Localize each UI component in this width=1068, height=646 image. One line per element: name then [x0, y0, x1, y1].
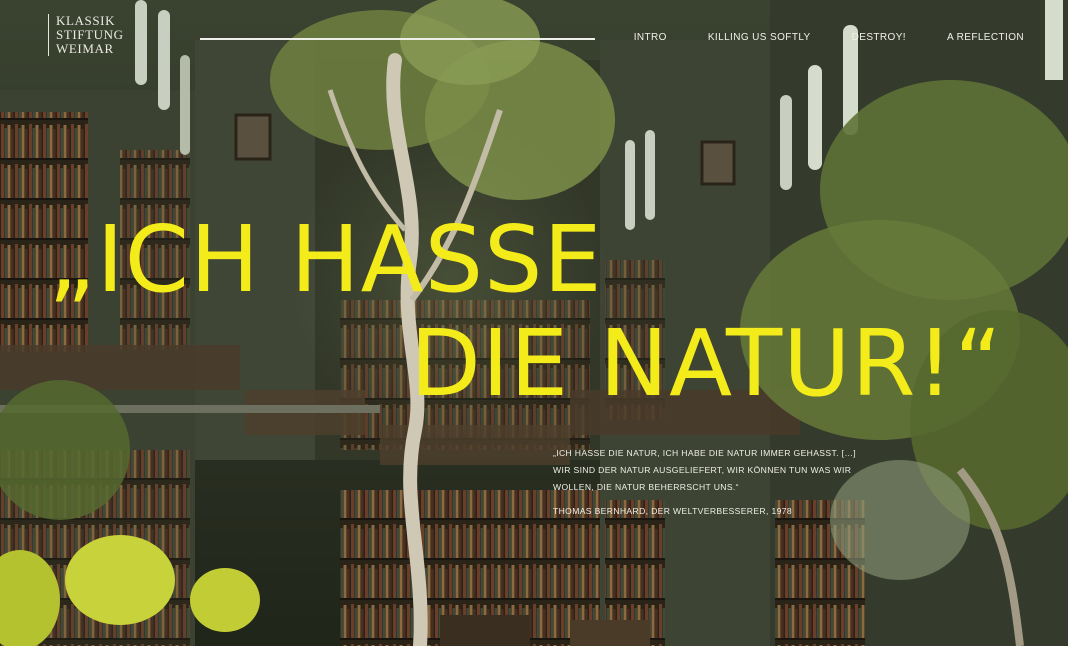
- headline-line-2: DIE NATUR!“: [410, 310, 1003, 417]
- quote-source: THOMAS BERNHARD, DER WELTVERBESSERER, 19…: [553, 506, 792, 516]
- headline-line-1: „ICH HASSE: [48, 206, 603, 313]
- hero-quote: „ICH HASSE DIE NATUR, ICH HABE DIE NATUR…: [553, 445, 863, 520]
- brand-line-3: WEIMAR: [56, 41, 114, 56]
- brand-line-2: STIFTUNG: [56, 27, 124, 42]
- nav-item-a-reflection[interactable]: A REFLECTION: [947, 32, 1024, 43]
- main-nav: INTRO KILLING US SOFTLY DESTROY! A REFLE…: [593, 32, 1024, 43]
- nav-item-killing-us-softly[interactable]: KILLING US SOFTLY: [708, 32, 811, 43]
- nav-item-intro[interactable]: INTRO: [634, 32, 667, 43]
- header-divider: [200, 38, 595, 40]
- nav-item-destroy[interactable]: DESTROY!: [852, 32, 906, 43]
- brand-logo[interactable]: KLASSIK STIFTUNG WEIMAR: [48, 14, 124, 56]
- brand-line-1: KLASSIK: [56, 13, 116, 28]
- hero-headline: „ICH HASSE DIE NATUR!“: [48, 208, 1048, 416]
- quote-text: „ICH HASSE DIE NATUR, ICH HABE DIE NATUR…: [553, 448, 856, 492]
